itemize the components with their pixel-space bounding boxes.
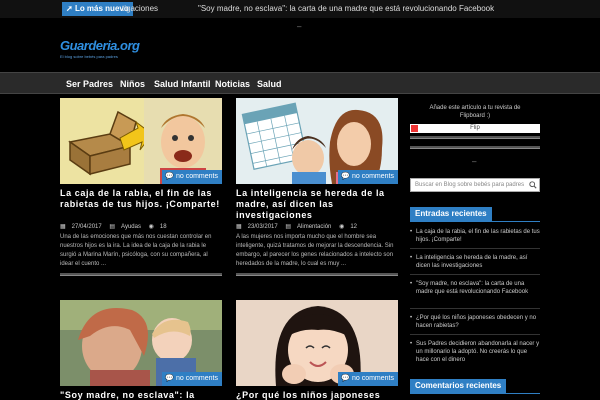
post-title[interactable]: La caja de la rabia, el fin de las rabie… [60,188,222,210]
site-logo[interactable]: Guarderia.org El blog sobre bebés para p… [60,38,140,64]
sidebar-dash: – [472,157,477,166]
sidebar-divider [410,146,540,149]
search-icon[interactable] [529,181,537,189]
post-category[interactable]: Ayudas [121,224,141,230]
recent-post-link[interactable]: ¿Por qué los niños japoneses obedecen y … [412,314,540,330]
flip-button[interactable]: Flip [410,124,540,133]
sidebar-divider [410,136,540,139]
post-thumbnail[interactable]: 💬 no comments [60,300,222,386]
nav-item-noticias[interactable]: Noticias [215,73,250,95]
recent-post-item[interactable]: La inteligencia se hereda de la madre, a… [410,254,540,270]
comments-count-label: no comments [175,173,218,180]
post-divider [60,273,222,276]
flipboard-text: Añade este artículo a tu revista de Flip… [429,105,521,119]
header-dash: – [297,22,302,31]
post-excerpt: A las mujeres nos importa mucho que el h… [236,234,394,267]
post-meta: ▦ 23/03/2017 ▤ Alimentación ◉ 12 [236,223,363,230]
recent-post-link[interactable]: La inteligencia se hereda de la madre, a… [412,254,540,270]
rocket-icon: ➚ [66,4,73,13]
logo-tagline: El blog sobre bebés para padres [60,54,118,59]
post-title[interactable]: ¿Por qué los niños japoneses [236,390,398,400]
post-count: 18 [159,224,167,230]
post-date: 27/04/2017 [71,224,102,230]
recent-comments-heading: Comentarios recientes [410,379,507,393]
search-placeholder: Buscar en Blog sobre bebés para padres [415,182,525,188]
flipboard-icon [411,125,418,132]
search-input[interactable]: Buscar en Blog sobre bebés para padres [410,178,540,192]
comment-icon: 💬 [165,173,175,180]
folder-icon: ▤ [109,224,116,230]
recent-post-link[interactable]: Sus Padres decidieron abandonarla al nac… [412,340,540,364]
recent-post-item[interactable]: Sus Padres decidieron abandonarla al nac… [410,340,540,364]
post-thumbnail[interactable]: 💬 no comments [60,98,222,184]
post-title[interactable]: "Soy madre, no esclava": la [60,390,222,400]
recent-post-item[interactable]: ¿Por qué los niños japoneses obedecen y … [410,314,540,330]
recent-separator [410,334,540,335]
nav-item-salud-infantil[interactable]: Salud Infantil [154,73,211,95]
ticker-link-quote: "Soy madre, no esclava" [198,4,286,13]
post-category[interactable]: Alimentación [297,224,331,230]
ticker-link[interactable]: "Soy madre, no esclava": la carta de una… [198,2,494,16]
comment-icon: 💬 [165,375,175,382]
post-date: 23/03/2017 [247,224,278,230]
flip-button-label: Flip [470,125,480,131]
recent-posts-heading: Entradas recientes [410,207,492,221]
comments-badge[interactable]: 💬 no comments [162,170,222,184]
eye-icon: ◉ [339,224,345,230]
recent-separator [410,274,540,275]
calendar-icon: ▦ [60,224,66,230]
comments-count-label: no comments [175,375,218,382]
ticker-badge-label: Lo más nuevo [74,4,129,13]
recent-post-link[interactable]: La caja de la rabia, el fin de las rabie… [412,228,540,244]
comment-icon: 💬 [341,173,351,180]
ticker-previous-text[interactable]: tigaciones [122,2,158,16]
post-title[interactable]: La inteligencia se hereda de la madre, a… [236,188,398,221]
post-divider [236,273,398,276]
heading-rule [410,221,540,222]
logo-text: Guarderia.org [60,38,140,53]
recent-post-item[interactable]: La caja de la rabia, el fin de las rabie… [410,228,540,244]
recent-post-item[interactable]: "Soy madre, no esclava": la carta de una… [410,280,540,296]
comments-badge[interactable]: 💬 no comments [338,170,398,184]
post-meta: ▦ 27/04/2017 ▤ Ayudas ◉ 18 [60,223,173,230]
recent-separator [410,308,540,309]
eye-icon: ◉ [148,224,154,230]
comments-badge[interactable]: 💬 no comments [338,372,398,386]
nav-item-salud[interactable]: Salud [257,73,282,95]
post-count: 12 [350,224,358,230]
calendar-icon: ▦ [236,224,242,230]
post-thumbnail[interactable]: 💬 no comments [236,300,398,386]
recent-separator [410,248,540,249]
heading-rule [410,393,540,394]
ticker-link-rest: : la carta de una madre que está revoluc… [285,4,495,13]
comments-badge[interactable]: 💬 no comments [162,372,222,386]
folder-icon: ▤ [285,224,292,230]
post-thumbnail[interactable]: 💬 no comments [236,98,398,184]
comments-count-label: no comments [351,173,394,180]
comment-icon: 💬 [341,375,351,382]
recent-post-link[interactable]: "Soy madre, no esclava": la carta de una… [412,280,540,296]
nav-item-ser-padres[interactable]: Ser Padres [66,73,113,95]
main-nav: Ser Padres Niños Salud Infantil Noticias… [0,72,600,94]
nav-item-ninos[interactable]: Niños [120,73,145,95]
news-ticker: ➚ Lo más nuevo tigaciones "Soy madre, no… [0,0,600,18]
post-excerpt: Una de las emociones que más nos cuestan… [60,234,212,267]
comments-count-label: no comments [351,375,394,382]
